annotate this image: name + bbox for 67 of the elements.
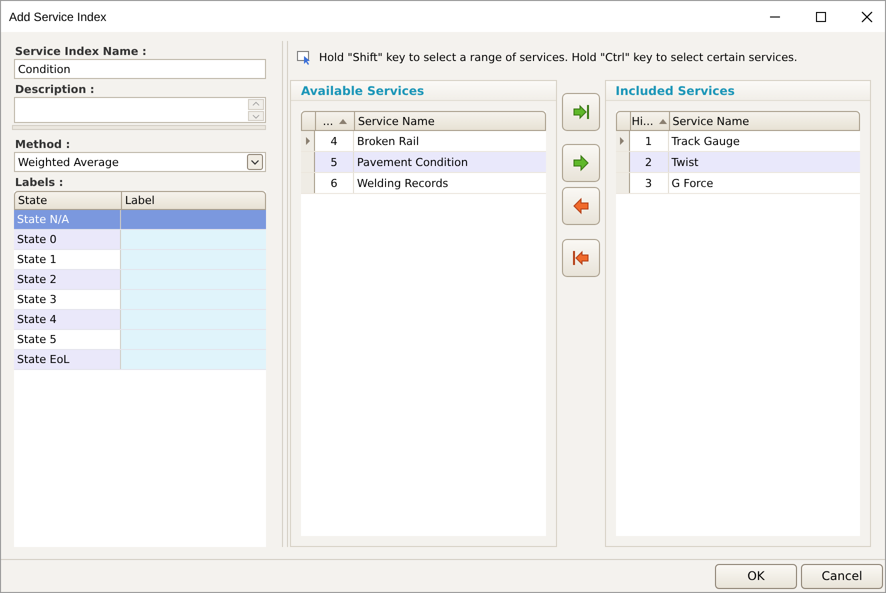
name-field[interactable]: Condition xyxy=(14,59,266,79)
table-cell: 2 xyxy=(630,152,668,172)
method-dropdown[interactable]: Weighted Average xyxy=(14,152,266,172)
left-arrow-icon xyxy=(570,248,590,268)
table-cell[interactable] xyxy=(121,230,266,249)
table-cell: 1 xyxy=(630,131,668,151)
table-cell[interactable] xyxy=(121,330,266,349)
splitter-handle[interactable] xyxy=(12,125,266,130)
table-cell[interactable] xyxy=(121,210,266,229)
row-indicator[interactable] xyxy=(301,152,315,172)
table-cell[interactable]: State 4 xyxy=(14,310,121,329)
right-arrow-icon xyxy=(570,153,590,173)
table-cell-text: Welding Records xyxy=(356,176,450,192)
table-cell[interactable] xyxy=(121,310,266,329)
description-field[interactable] xyxy=(14,97,266,123)
row-indicator[interactable] xyxy=(616,173,630,193)
close-icon[interactable] xyxy=(861,10,873,22)
move-button[interactable] xyxy=(562,187,600,225)
table-cell[interactable] xyxy=(121,270,266,289)
dialog-button[interactable]: Cancel xyxy=(801,564,883,588)
window-title: Add Service Index xyxy=(9,10,106,24)
field-label: Description : xyxy=(14,82,96,97)
table-cell[interactable] xyxy=(121,290,266,309)
table-cell: 5 xyxy=(315,152,354,172)
table-cell: 6 xyxy=(315,173,354,193)
table-cell[interactable]: State 2 xyxy=(14,270,121,289)
dialog-button[interactable]: OK xyxy=(715,564,797,588)
sort-icon xyxy=(339,118,348,124)
splitter-handle[interactable] xyxy=(282,41,288,547)
table-cell-text: Pavement Condition xyxy=(356,154,469,170)
column-header[interactable]: Service Name xyxy=(670,112,859,130)
table-cell[interactable] xyxy=(121,350,266,369)
field-label: Method : xyxy=(14,137,72,152)
table-cell[interactable] xyxy=(121,250,266,269)
column-header[interactable]: Hi... xyxy=(630,112,670,130)
cursor-icon xyxy=(296,49,312,65)
table-cell: 3 xyxy=(630,173,668,193)
row-indicator[interactable] xyxy=(616,131,630,151)
row-indicator[interactable] xyxy=(616,152,630,172)
group-title: Available Services xyxy=(291,81,556,101)
column-header[interactable]: Label xyxy=(122,192,265,209)
move-button[interactable] xyxy=(562,93,600,131)
table-cell-text: Broken Rail xyxy=(356,134,420,150)
chevron-down-icon[interactable] xyxy=(247,154,263,170)
column-header[interactable]: State xyxy=(15,192,122,209)
table-cell: 4 xyxy=(315,131,354,151)
row-indicator[interactable] xyxy=(301,131,315,151)
row-indicator[interactable] xyxy=(301,173,315,193)
sort-icon xyxy=(659,118,668,124)
maximize-icon[interactable] xyxy=(815,10,827,22)
scroll-up-icon[interactable] xyxy=(248,99,264,110)
table-cell-text: G Force xyxy=(670,176,714,192)
left-arrow-icon xyxy=(570,196,590,216)
scroll-down-icon[interactable] xyxy=(248,110,264,121)
table-cell[interactable]: State EoL xyxy=(14,350,121,369)
group-title: Included Services xyxy=(606,81,870,101)
field-label: Service Index Name : xyxy=(14,44,148,59)
column-header[interactable]: ... xyxy=(316,112,355,130)
move-button[interactable] xyxy=(562,144,600,182)
move-button[interactable] xyxy=(562,239,600,277)
column-header[interactable]: Service Name xyxy=(355,112,544,130)
table-cell-text: Twist xyxy=(670,154,700,170)
table-cell[interactable]: State 0 xyxy=(14,230,121,249)
right-arrow-icon xyxy=(570,102,590,122)
field-label: Labels : xyxy=(14,175,64,190)
hint-text: Hold "Shift" key to select a range of services. Hold "Ctrl" key to select certain services. xyxy=(319,50,798,64)
table-cell-text: Track Gauge xyxy=(670,134,741,150)
